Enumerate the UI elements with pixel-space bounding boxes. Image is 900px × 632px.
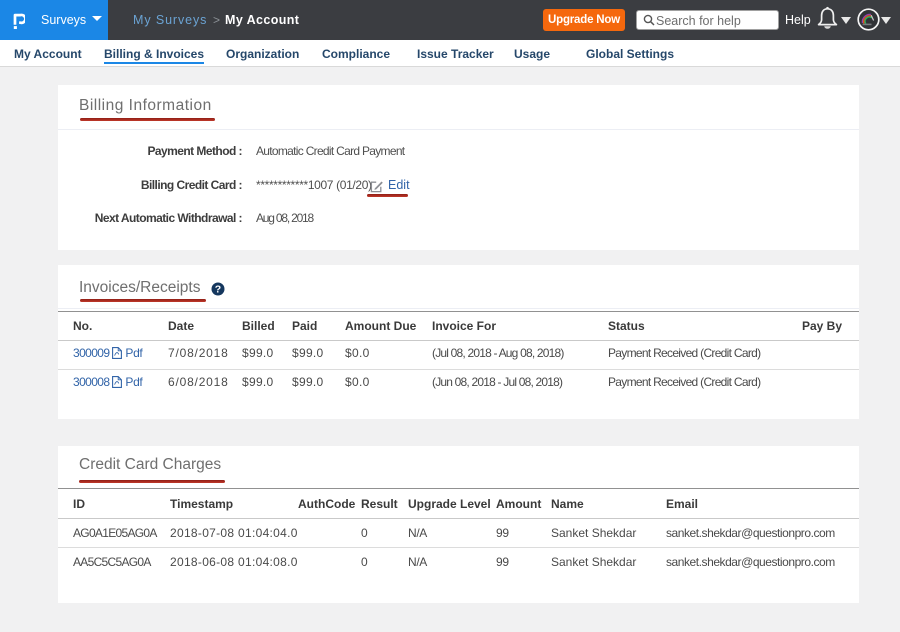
svg-text:?: ?	[215, 284, 221, 296]
